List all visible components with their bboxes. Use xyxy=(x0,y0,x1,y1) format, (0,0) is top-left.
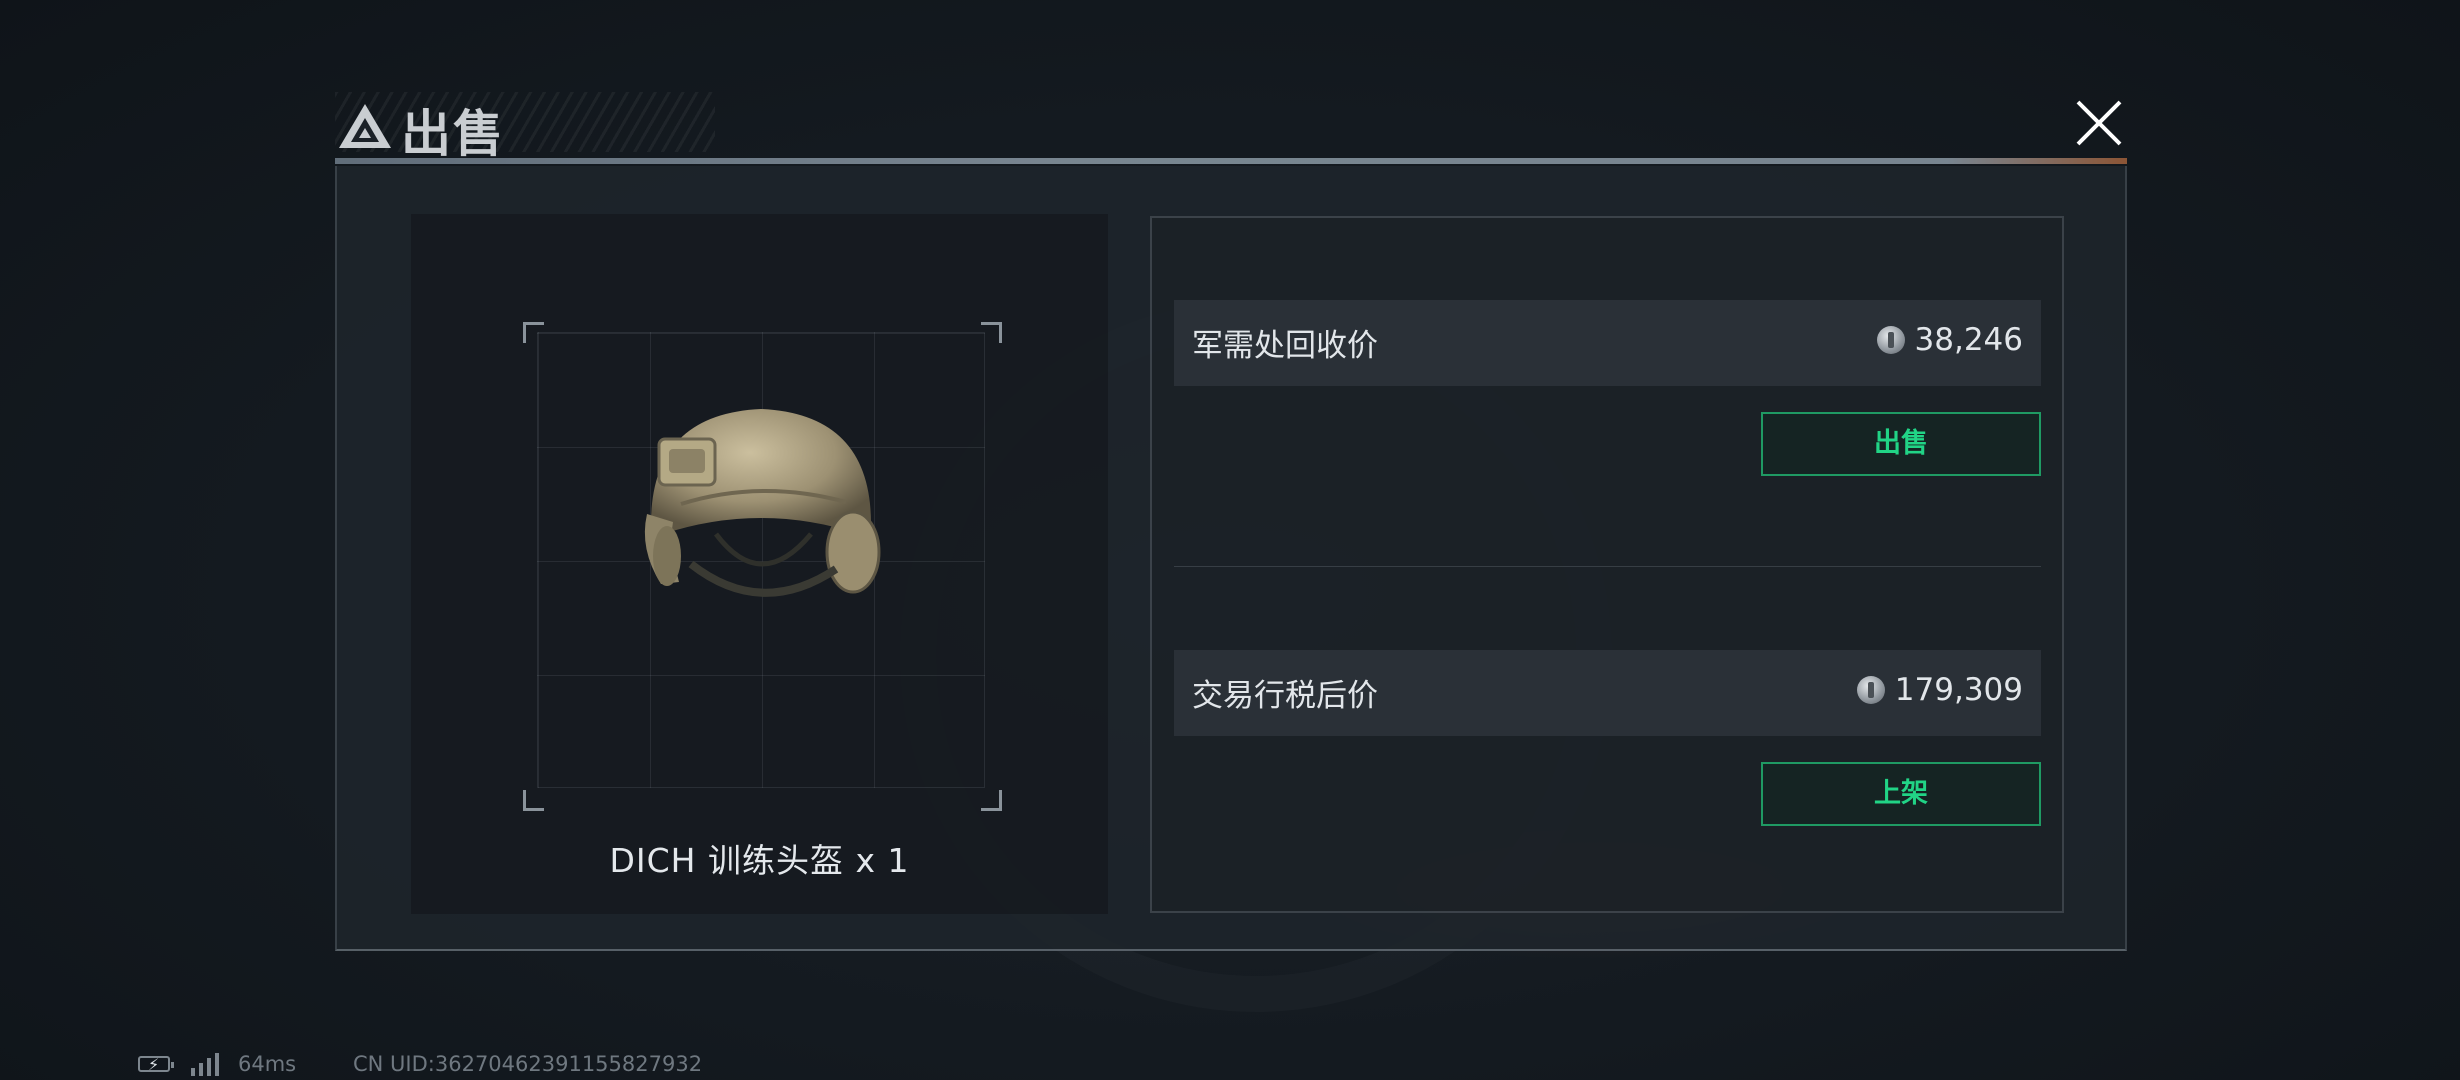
header-divider xyxy=(335,158,2127,164)
user-uid: CN UID:36270462391155827932 xyxy=(353,1052,703,1076)
latency-readout: 64ms xyxy=(238,1052,297,1076)
recycle-price-label: 军需处回收价 xyxy=(1192,328,1378,364)
close-button[interactable] xyxy=(2068,92,2130,154)
close-icon xyxy=(2076,100,2122,146)
section-divider xyxy=(1174,566,2041,567)
triangle-logo-icon xyxy=(339,104,391,148)
recycle-price-amount: 38,246 xyxy=(1914,322,2023,358)
market-price-label: 交易行税后价 xyxy=(1192,678,1378,714)
dialog-title: 出售 xyxy=(401,105,505,163)
market-price-value: 179,309 xyxy=(1856,672,2023,708)
item-preview: DICH 训练头盔 x 1 xyxy=(411,214,1108,914)
recycle-price-row: 军需处回收价 38,246 xyxy=(1174,300,2041,386)
market-price-amount: 179,309 xyxy=(1894,672,2023,708)
signal-icon xyxy=(191,1053,219,1076)
market-price-row: 交易行税后价 179,309 xyxy=(1174,650,2041,736)
coin-icon xyxy=(1856,676,1885,704)
dialog-header: 出售 xyxy=(335,92,2130,166)
sell-dialog: DICH 训练头盔 x 1 军需处回收价 38,246 出售 交易行税后价 17… xyxy=(335,166,2127,951)
frame-corner xyxy=(981,322,1002,343)
charging-bolt-icon: ⚡ xyxy=(148,1055,160,1074)
coin-icon xyxy=(1876,326,1905,354)
sell-button[interactable]: 出售 xyxy=(1761,412,2041,476)
price-panel: 军需处回收价 38,246 出售 交易行税后价 179,309 上架 xyxy=(1150,216,2064,913)
battery-icon: ⚡ xyxy=(138,1055,174,1074)
list-button[interactable]: 上架 xyxy=(1761,762,2041,826)
helmet-icon xyxy=(644,409,881,597)
frame-corner xyxy=(523,322,544,343)
recycle-price-value: 38,246 xyxy=(1876,322,2023,358)
frame-corner xyxy=(981,790,1002,811)
frame-corner xyxy=(523,790,544,811)
item-name: DICH 训练头盔 x 1 xyxy=(609,841,910,880)
